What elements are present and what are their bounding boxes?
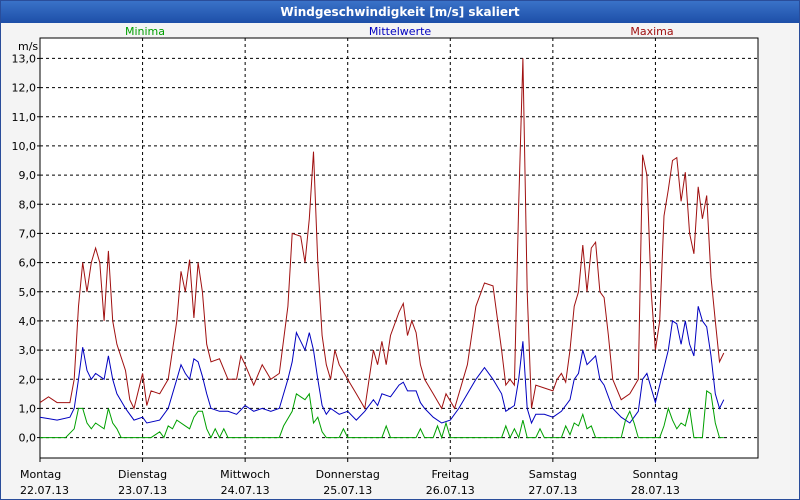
- x-tick-date: 28.07.13: [631, 484, 680, 497]
- legend-maxima: Maxima: [630, 25, 673, 38]
- x-tick-date: 23.07.13: [118, 484, 167, 497]
- y-tick-label: 12,0: [12, 82, 37, 95]
- x-tick-date: 26.07.13: [426, 484, 475, 497]
- y-tick-label: 13,0: [12, 52, 37, 65]
- x-tick-date: 24.07.13: [221, 484, 270, 497]
- y-tick-label: 11,0: [12, 111, 37, 124]
- x-axis-ticks: Montag 22.07.13 Dienstag 23.07.13 Mittwoch 24…: [20, 458, 680, 497]
- y-tick-label: 5,0: [19, 286, 37, 299]
- x-tick-day: Sonntag: [633, 468, 679, 481]
- legend-mittelwerte: Mittelwerte: [369, 25, 432, 38]
- y-tick-label: 0,0: [19, 432, 37, 445]
- y-tick-label: 4,0: [19, 315, 37, 328]
- x-tick-date: 25.07.13: [323, 484, 372, 497]
- x-tick-day: Dienstag: [118, 468, 167, 481]
- y-axis-ticks: 0,0 1,0 2,0 3,0 4,0 5,0 6,0 7,0 8,0 9,0 10,0 11,0 12…: [12, 52, 40, 445]
- y-tick-label: 6,0: [19, 257, 37, 270]
- y-tick-label: 3,0: [19, 344, 37, 357]
- y-tick-label: 7,0: [19, 227, 37, 240]
- x-tick-date: 27.07.13: [528, 484, 577, 497]
- y-tick-label: 10,0: [12, 140, 37, 153]
- x-tick-date: 22.07.13: [20, 484, 69, 497]
- y-tick-label: 1,0: [19, 402, 37, 415]
- y-tick-label: 9,0: [19, 169, 37, 182]
- x-tick-day: Mittwoch: [220, 468, 270, 481]
- x-tick-day: Montag: [20, 468, 61, 481]
- x-tick-day: Freitag: [431, 468, 469, 481]
- y-tick-label: 8,0: [19, 198, 37, 211]
- legend-minima: Minima: [125, 25, 165, 38]
- x-tick-day: Donnerstag: [316, 468, 380, 481]
- wind-speed-chart: 0,0 1,0 2,0 3,0 4,0 5,0 6,0 7,0 8,0 9,0 10,0 11,0 12…: [12, 25, 759, 497]
- y-axis-label: m/s: [18, 40, 38, 53]
- plot-area: [39, 37, 759, 459]
- y-tick-label: 2,0: [19, 373, 37, 386]
- x-tick-day: Samstag: [529, 468, 577, 481]
